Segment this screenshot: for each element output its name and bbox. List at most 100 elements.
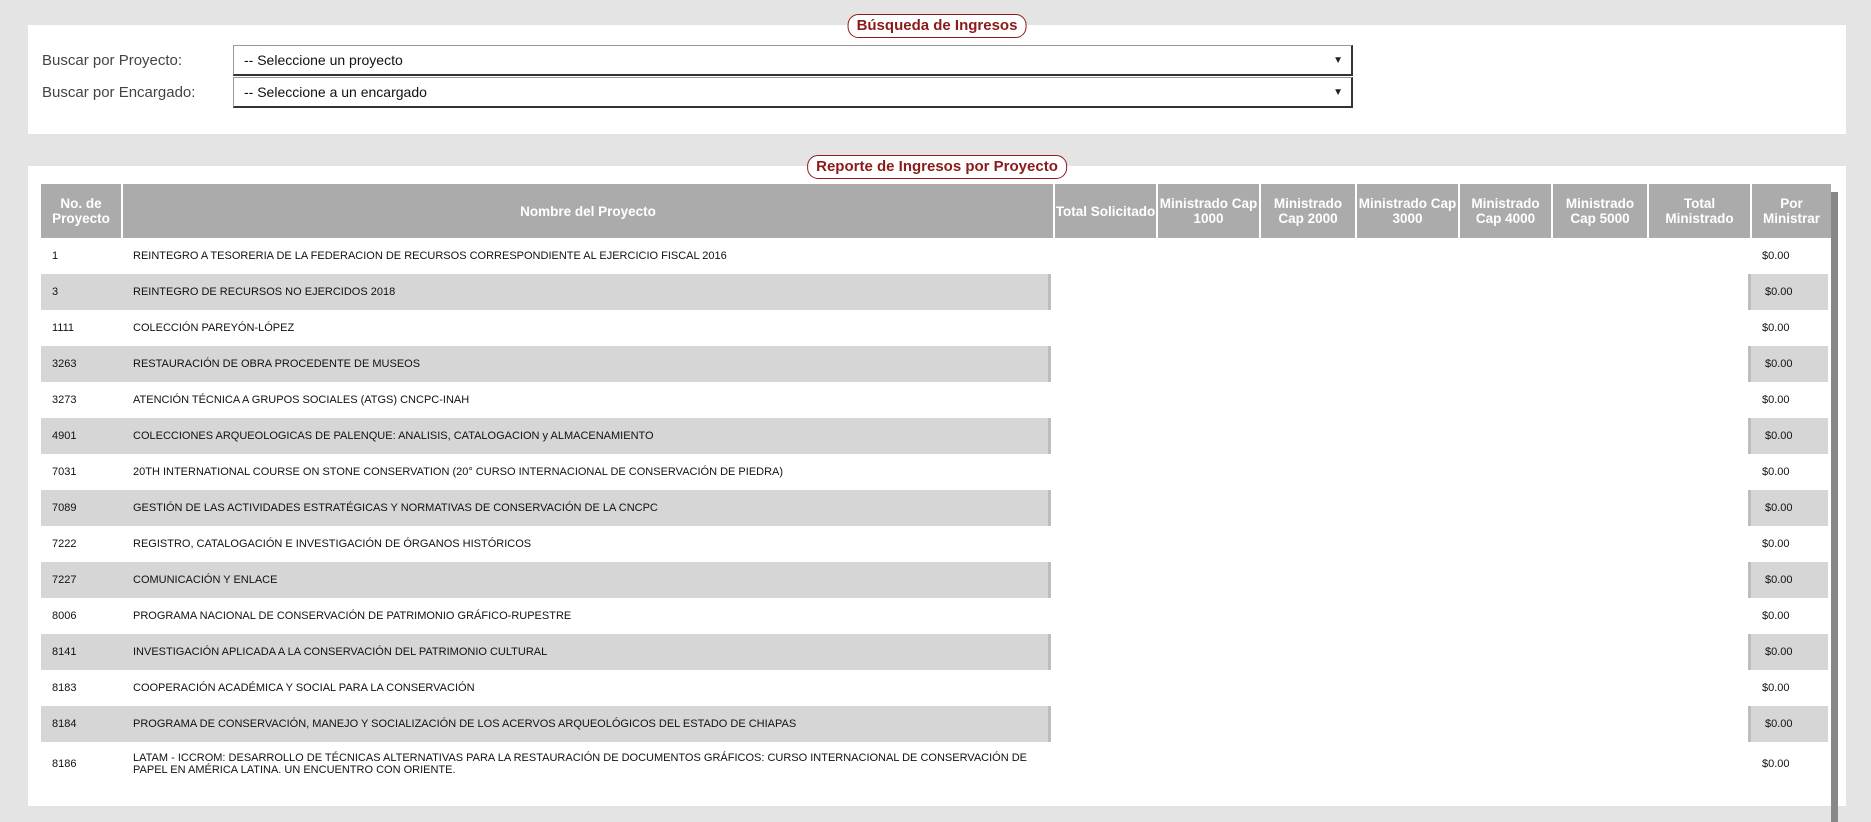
table-row[interactable]: 7222 REGISTRO, CATALOGACIÓN E INVESTIGACI… [41,526,1831,562]
amount-cells [1051,742,1748,786]
project-number-cell: 7222 [52,538,77,550]
amount-cells [1051,418,1748,454]
por-ministrar-cell: $0.00 [1748,562,1828,598]
table-row[interactable]: 8186 LATAM - ICCROM: DESARROLLO DE TÉCNIC… [41,742,1831,786]
amount-cells [1051,670,1748,706]
table-row[interactable]: 8006 PROGRAMA NACIONAL DE CONSERVACIÓN DE… [41,598,1831,634]
column-header: Ministrado Cap 2000 [1261,184,1355,238]
por-ministrar-cell: $0.00 [1762,758,1790,770]
amount-cells [1051,454,1748,490]
manager-filter-row: Buscar por Encargado: -- Seleccione a un… [42,77,1353,108]
project-name-cell: REINTEGRO DE RECURSOS NO EJERCIDOS 2018 [121,274,1051,310]
table-row[interactable]: 7031 20TH INTERNATIONAL COURSE ON STONE C… [41,454,1831,490]
search-panel: Búsqueda de Ingresos Buscar por Proyecto… [28,14,1846,134]
project-name-cell: PROGRAMA DE CONSERVACIÓN, MANEJO Y SOCIA… [121,706,1051,742]
amount-cells [1051,634,1748,670]
project-number-cell: 8184 [41,706,121,742]
table-row[interactable]: 1 REINTEGRO A TESORERIA DE LA FEDERACION … [41,238,1831,274]
project-number-cell: 7031 [52,466,77,478]
table-row[interactable]: 7089 GESTIÓN DE LAS ACTIVIDADES ESTRATÉGI… [41,490,1831,526]
amount-cells [1051,310,1748,346]
project-filter-label: Buscar por Proyecto: [42,52,183,69]
por-ministrar-cell: $0.00 [1748,346,1828,382]
project-name-cell: LATAM - ICCROM: DESARROLLO DE TÉCNICAS A… [133,752,1028,776]
project-number-cell: 1111 [52,322,75,334]
report-panel: Reporte de Ingresos por Proyecto No. de … [28,155,1846,822]
project-number-cell: 4901 [41,418,121,454]
table-row[interactable]: 3273 ATENCIÓN TÉCNICA A GRUPOS SOCIALES (… [41,382,1831,418]
por-ministrar-cell: $0.00 [1762,250,1790,262]
project-number-cell: 7089 [41,490,121,526]
project-name-cell: REINTEGRO A TESORERIA DE LA FEDERACION D… [133,250,727,262]
amount-cells [1051,706,1748,742]
amount-cells [1051,562,1748,598]
por-ministrar-cell: $0.00 [1762,682,1790,694]
column-header: Ministrado Cap 4000 [1460,184,1551,238]
column-header: Ministrado Cap 3000 [1357,184,1458,238]
por-ministrar-cell: $0.00 [1762,466,1790,478]
column-header: Ministrado Cap 5000 [1553,184,1647,238]
column-header: Ministrado Cap 1000 [1158,184,1259,238]
project-number-cell: 8006 [52,610,77,622]
project-name-cell: RESTAURACIÓN DE OBRA PROCEDENTE DE MUSEO… [121,346,1051,382]
report-panel-title: Reporte de Ingresos por Proyecto [807,155,1067,179]
amount-cells [1051,598,1748,634]
report-table: No. de Proyecto Nombre del Proyecto Total … [41,184,1838,822]
project-name-cell: ATENCIÓN TÉCNICA A GRUPOS SOCIALES (ATGS… [133,394,470,406]
table-shadow [1831,192,1838,822]
table-body: 1 REINTEGRO A TESORERIA DE LA FEDERACION … [41,238,1831,786]
chevron-down-icon: ▼ [1333,54,1343,66]
amount-cells [1051,526,1748,562]
table-row[interactable]: 4901 COLECCIONES ARQUEOLOGICAS DE PALENQU… [41,418,1831,454]
manager-select-value: -- Seleccione a un encargado [244,84,427,100]
table-row[interactable]: 1111 COLECCIÓN PAREYÓN-LÓPEZ $0.00 [41,310,1831,346]
por-ministrar-cell: $0.00 [1748,274,1828,310]
amount-cells [1051,346,1748,382]
amount-cells [1051,274,1748,310]
project-number-cell: 7227 [41,562,121,598]
project-number-cell: 3263 [41,346,121,382]
project-name-cell: COLECCIÓN PAREYÓN-LÓPEZ [133,322,295,334]
project-select[interactable]: -- Seleccione un proyecto ▼ [233,45,1353,76]
project-name-cell: PROGRAMA NACIONAL DE CONSERVACIÓN DE PAT… [133,610,572,622]
table-row[interactable]: 3263 RESTAURACIÓN DE OBRA PROCEDENTE DE M… [41,346,1831,382]
column-header: Nombre del Proyecto [123,184,1053,238]
search-panel-title: Búsqueda de Ingresos [847,14,1027,38]
project-number-cell: 3273 [52,394,77,406]
project-name-cell: 20TH INTERNATIONAL COURSE ON STONE CONSE… [133,466,784,478]
chevron-down-icon: ▼ [1333,86,1343,98]
project-name-cell: COMUNICACIÓN Y ENLACE [121,562,1051,598]
project-name-cell: REGISTRO, CATALOGACIÓN E INVESTIGACIÓN D… [133,538,532,550]
table-row[interactable]: 8184 PROGRAMA DE CONSERVACIÓN, MANEJO Y S… [41,706,1831,742]
project-number-cell: 1 [52,250,59,262]
manager-select[interactable]: -- Seleccione a un encargado ▼ [233,77,1353,108]
project-number-cell: 3 [41,274,121,310]
por-ministrar-cell: $0.00 [1762,322,1790,334]
table-row[interactable]: 7227 COMUNICACIÓN Y ENLACE $0.00 [41,562,1831,598]
table-row[interactable]: 8141 INVESTIGACIÓN APLICADA A LA CONSERVA… [41,634,1831,670]
table-row[interactable]: 8183 COOPERACIÓN ACADÉMICA Y SOCIAL PARA … [41,670,1831,706]
table-header: No. de Proyecto Nombre del Proyecto Total … [41,184,1831,238]
project-name-cell: COLECCIONES ARQUEOLOGICAS DE PALENQUE: A… [121,418,1051,454]
project-select-value: -- Seleccione un proyecto [244,52,403,68]
por-ministrar-cell: $0.00 [1748,490,1828,526]
por-ministrar-cell: $0.00 [1762,394,1790,406]
table-row[interactable]: 3 REINTEGRO DE RECURSOS NO EJERCIDOS 2018… [41,274,1831,310]
project-name-cell: GESTIÓN DE LAS ACTIVIDADES ESTRATÉGICAS … [121,490,1051,526]
manager-filter-label: Buscar por Encargado: [42,84,196,101]
project-name-cell: COOPERACIÓN ACADÉMICA Y SOCIAL PARA LA C… [133,682,475,694]
por-ministrar-cell: $0.00 [1762,538,1790,550]
por-ministrar-cell: $0.00 [1748,418,1828,454]
column-header: Total Ministrado [1649,184,1750,238]
column-header: Total Solicitado [1055,184,1156,238]
por-ministrar-cell: $0.00 [1748,634,1828,670]
por-ministrar-cell: $0.00 [1762,610,1790,622]
amount-cells [1051,238,1748,274]
project-number-cell: 8186 [52,758,77,770]
project-number-cell: 8183 [52,682,77,694]
project-number-cell: 8141 [41,634,121,670]
column-header: Por Ministrar [1752,184,1831,238]
project-filter-row: Buscar por Proyecto: -- Seleccione un pr… [42,45,1353,76]
column-header: No. de Proyecto [41,184,121,238]
por-ministrar-cell: $0.00 [1748,706,1828,742]
